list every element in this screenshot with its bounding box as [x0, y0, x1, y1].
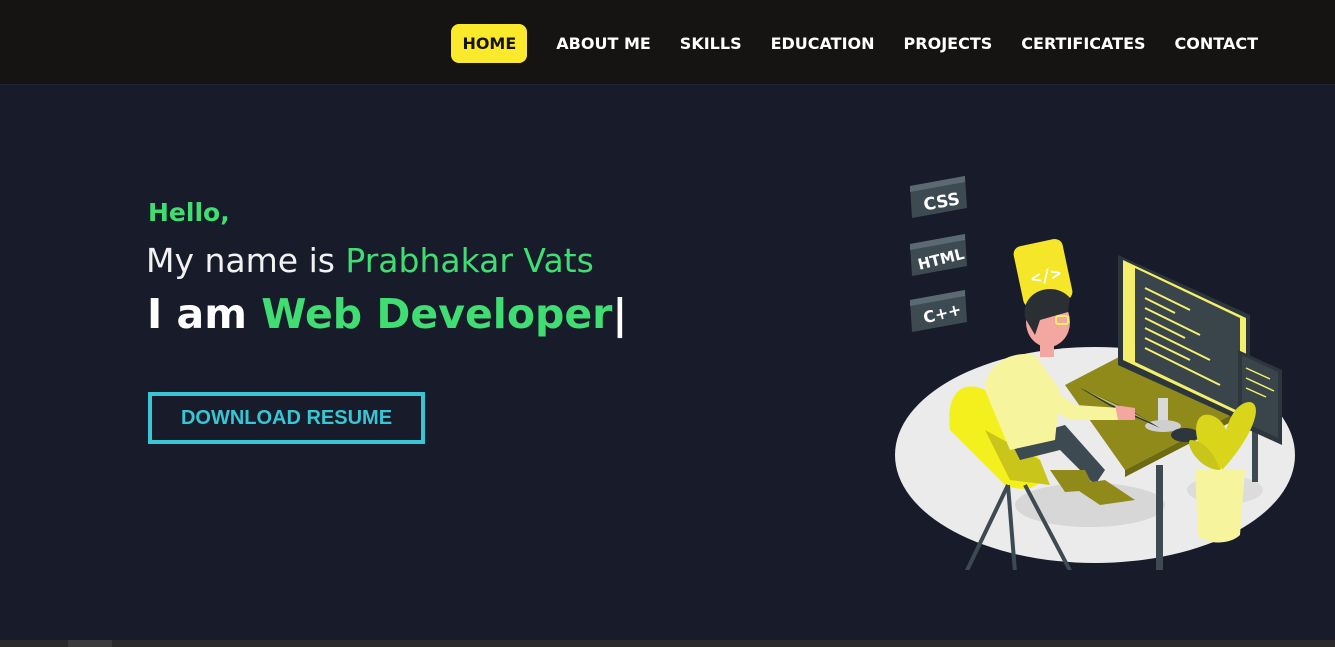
nav-item-about-me[interactable]: ABOUT ME [556, 24, 651, 63]
role-text: Web Developer [261, 290, 613, 338]
html-tag-icon: HTML [910, 234, 967, 276]
mouse-icon [1171, 428, 1199, 442]
greeting: Hello, [148, 198, 230, 227]
name-prefix: My name is [146, 241, 346, 280]
developer-illustration: CSS HTML C++ </> [895, 176, 1295, 570]
hero-section: Hello, My name is Prabhakar Vats I am We… [0, 85, 1335, 640]
nav-item-education[interactable]: EDUCATION [771, 24, 875, 63]
bottom-scroll-indicator [68, 640, 112, 647]
bottom-strip [0, 640, 1335, 647]
desk-leg [1156, 465, 1163, 570]
css-tag-icon: CSS [910, 176, 967, 218]
nav-item-skills[interactable]: SKILLS [680, 24, 742, 63]
nav-menu: HOME ABOUT ME SKILLS EDUCATION PROJECTS … [451, 24, 1258, 63]
download-resume-button[interactable]: DOWNLOAD RESUME [148, 392, 425, 444]
nav-item-contact[interactable]: CONTACT [1175, 24, 1258, 63]
typing-cursor: | [612, 290, 628, 338]
nav-item-home[interactable]: HOME [451, 24, 528, 63]
nav-item-certificates[interactable]: CERTIFICATES [1021, 24, 1145, 63]
person-name: Prabhakar Vats [345, 241, 594, 280]
role-prefix: I am [147, 290, 262, 338]
name-line: My name is Prabhakar Vats [146, 241, 594, 280]
cpp-tag-icon: C++ [910, 290, 967, 332]
nav-item-projects[interactable]: PROJECTS [904, 24, 993, 63]
role-line: I am Web Developer| [147, 290, 627, 338]
navbar: HOME ABOUT ME SKILLS EDUCATION PROJECTS … [0, 0, 1335, 85]
